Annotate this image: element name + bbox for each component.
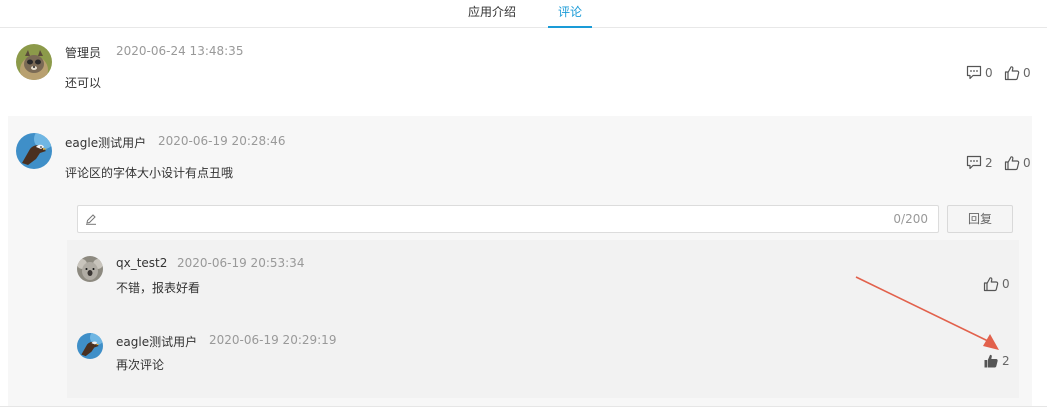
reply-author[interactable]: qx_test2: [116, 256, 167, 270]
like-button[interactable]: 0: [1004, 155, 1031, 171]
reply-count: 0: [985, 65, 993, 80]
comment-icon: [966, 65, 982, 80]
reply-count-button[interactable]: 2: [966, 155, 993, 170]
comment-icon: [966, 155, 982, 170]
like-button-active[interactable]: 2: [983, 353, 1010, 369]
thumbs-up-icon: [983, 277, 999, 292]
comment-text: 评论区的字体大小设计有点丑哦: [65, 166, 234, 180]
reply-input-box: 0/200: [77, 205, 939, 233]
divider: [0, 406, 1047, 407]
raccoon-avatar-icon: [16, 44, 52, 80]
thumbs-up-filled-icon: [984, 354, 998, 368]
like-count: 0: [1023, 66, 1031, 80]
tab-bar: 应用介绍 评论: [0, 0, 1047, 28]
thumbs-up-icon: [1004, 66, 1020, 81]
reply-button[interactable]: 回复: [947, 205, 1013, 233]
pencil-icon: [86, 214, 96, 225]
reply-count: 2: [985, 155, 993, 170]
tab-comments[interactable]: 评论: [548, 4, 592, 28]
thumbs-up-icon: [1004, 156, 1020, 171]
koala-avatar-icon: [77, 256, 103, 282]
eagle-avatar-icon: [77, 333, 103, 359]
reply-author[interactable]: eagle测试用户: [116, 333, 197, 350]
tab-app-intro[interactable]: 应用介绍: [466, 4, 518, 28]
eagle-avatar-icon: [16, 133, 52, 169]
like-count: 2: [1002, 354, 1010, 368]
char-counter: 0/200: [893, 212, 928, 226]
comment-text: 还可以: [65, 76, 102, 90]
reply-count-button[interactable]: 0: [966, 65, 993, 80]
like-count: 0: [1023, 156, 1031, 170]
comment-time: 2020-06-19 20:28:46: [158, 134, 286, 148]
reply-text: 再次评论: [116, 358, 165, 372]
reply-text: 不错，报表好看: [116, 281, 201, 295]
reply-time: 2020-06-19 20:29:19: [209, 333, 337, 347]
reply-time: 2020-06-19 20:53:34: [177, 256, 305, 270]
like-count: 0: [1002, 277, 1010, 291]
reply-input[interactable]: [100, 206, 890, 232]
comment-time: 2020-06-24 13:48:35: [116, 44, 244, 58]
like-button[interactable]: 0: [1004, 65, 1031, 81]
comment-author[interactable]: 管理员: [65, 44, 101, 61]
like-button[interactable]: 0: [983, 276, 1010, 292]
comment-author[interactable]: eagle测试用户: [65, 134, 146, 151]
